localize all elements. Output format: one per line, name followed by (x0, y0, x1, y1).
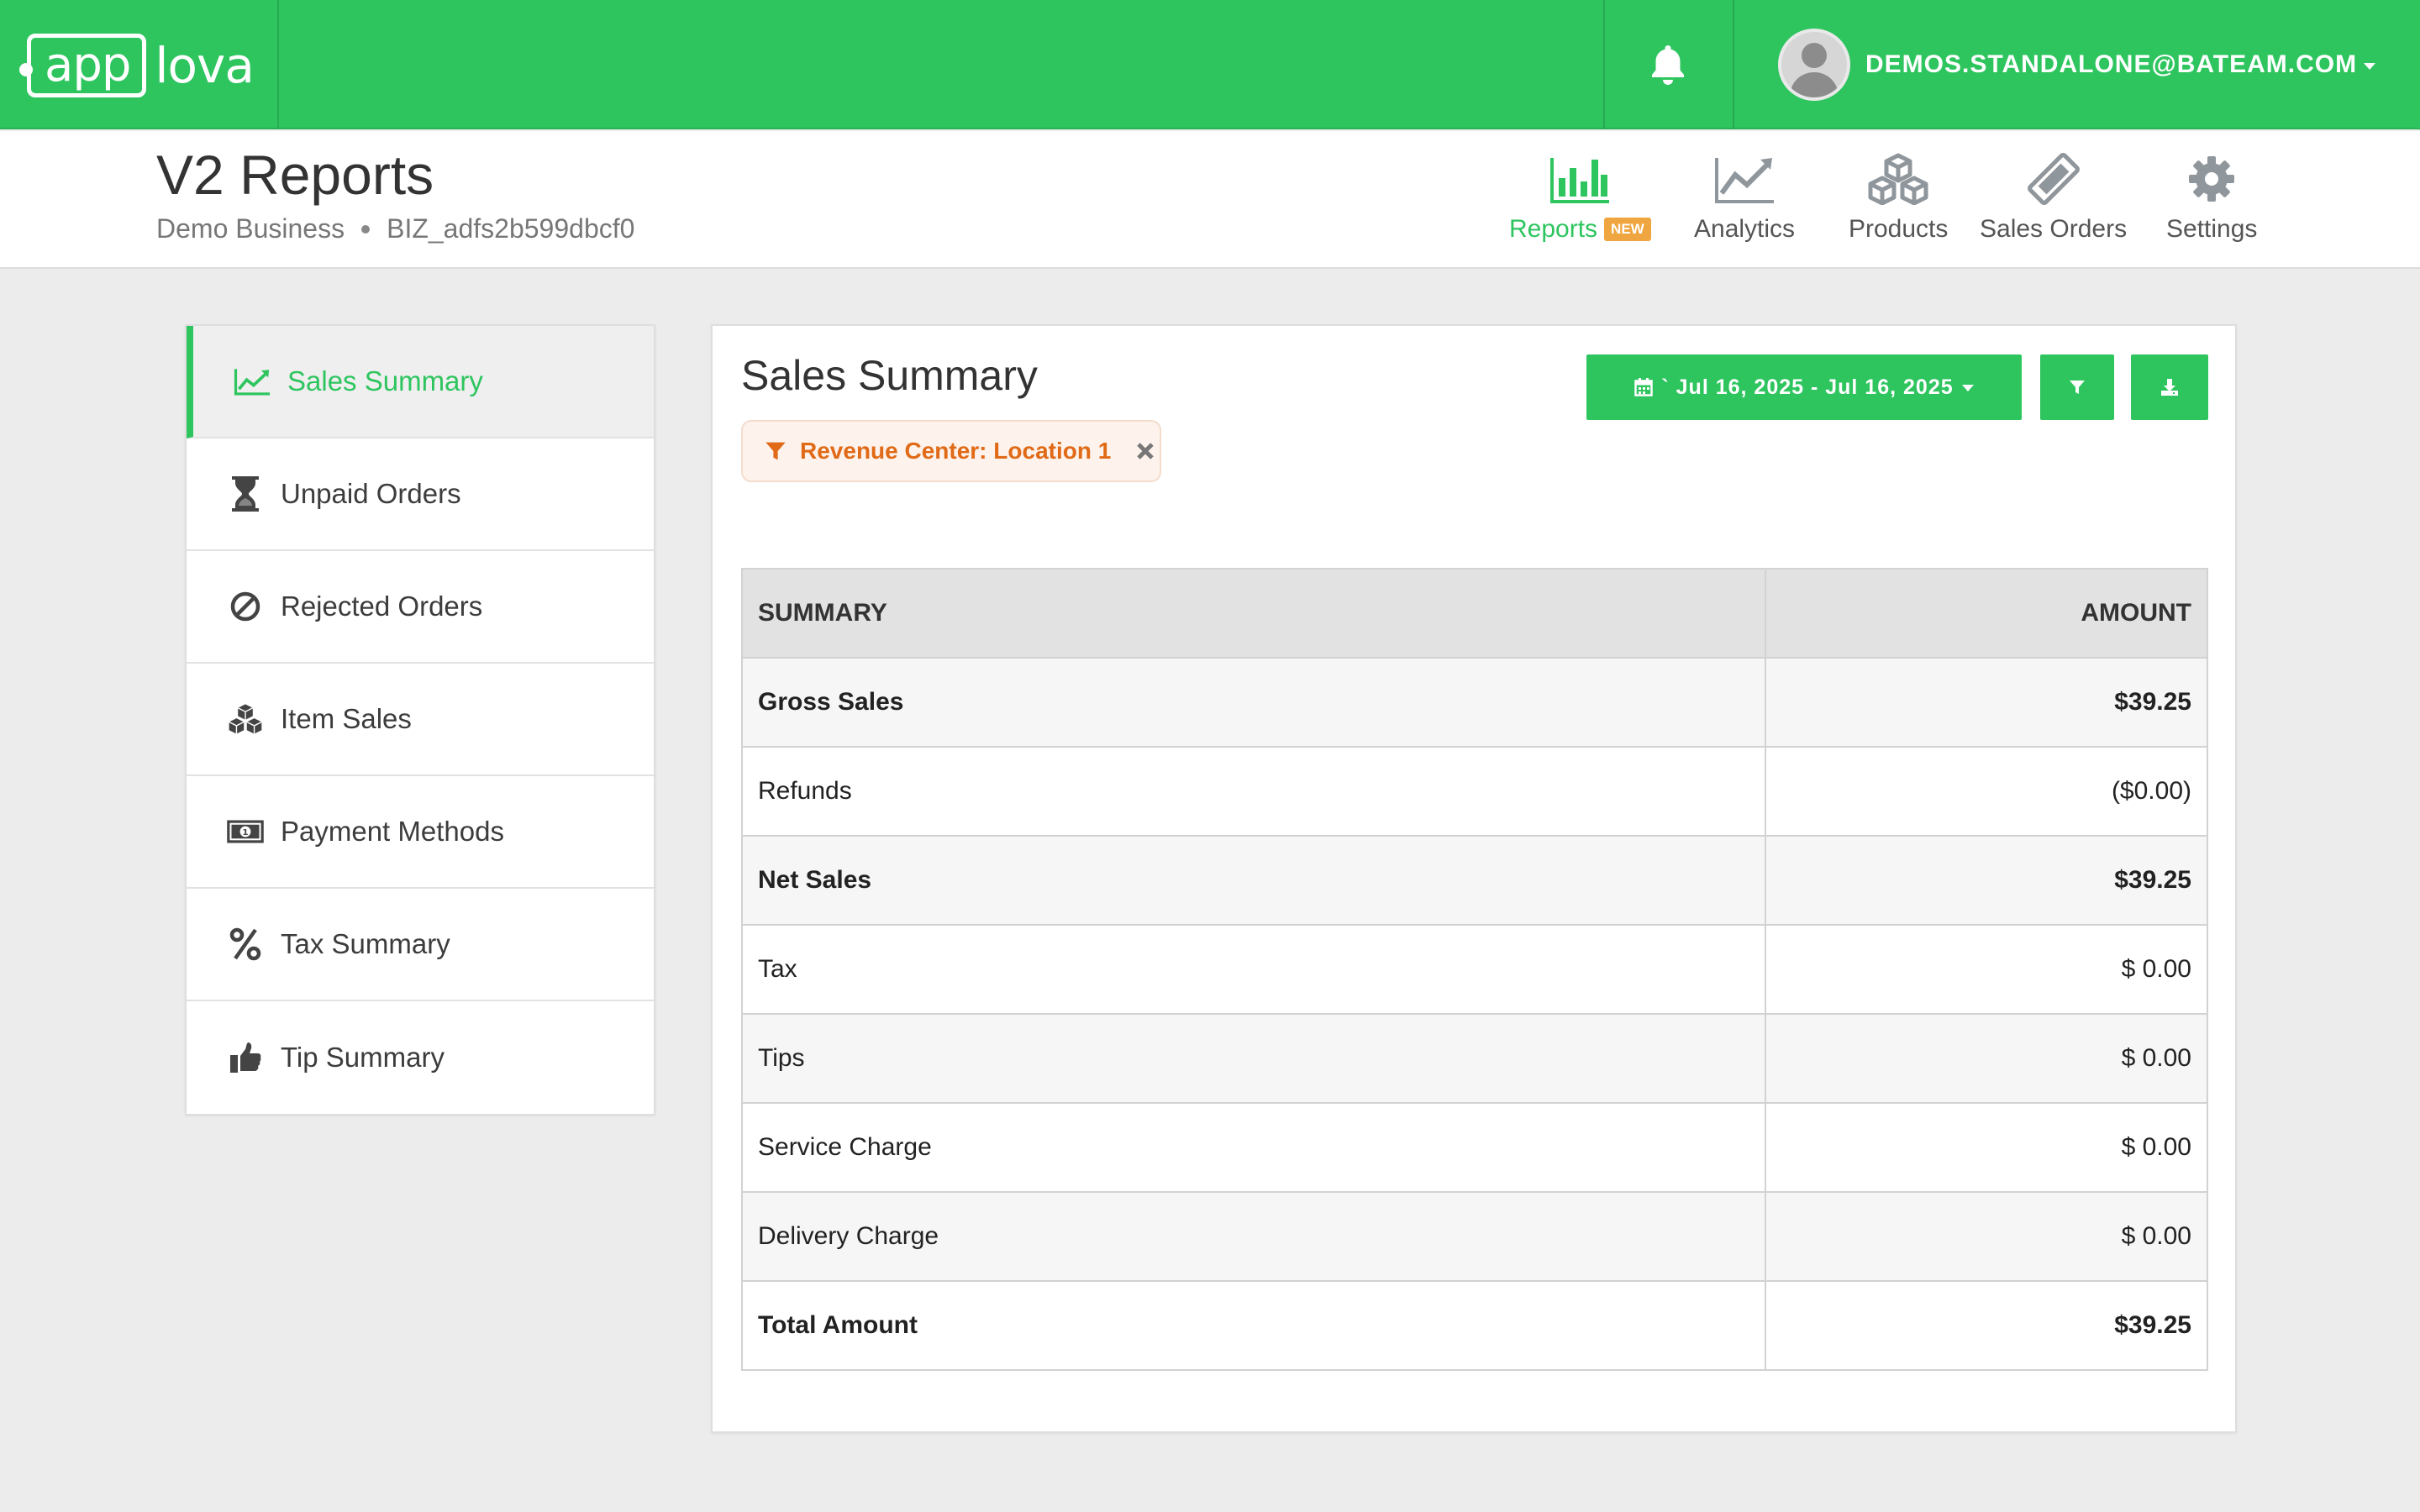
row-label: Refunds (741, 746, 1766, 837)
row-amount: $ 0.00 (1765, 924, 2208, 1015)
bar-chart-icon (1550, 158, 1610, 203)
row-amount: ($0.00) (1765, 746, 2208, 837)
download-icon (2161, 379, 2178, 396)
table-row: Gross Sales $39.25 (741, 657, 2208, 748)
sales-summary-table: SUMMARY AMOUNT Gross Sales $39.25 Refund… (741, 568, 2208, 1371)
filter-icon (765, 442, 786, 460)
table-row: Tips $ 0.00 (741, 1013, 2208, 1104)
remove-filter-button[interactable] (1136, 442, 1155, 460)
row-amount: $ 0.00 (1765, 1013, 2208, 1104)
nav-reports[interactable]: Reports NEW (1509, 153, 1651, 244)
nav-products[interactable]: Products (1849, 153, 1948, 244)
row-amount: $39.25 (1765, 657, 2208, 748)
user-email: DEMOS.STANDALONE@BATEAM.COM (1865, 50, 2358, 78)
filter-chip: Revenue Center: Location 1 (741, 420, 1161, 482)
thumbs-up-icon (227, 1039, 264, 1076)
filter-chip-label: Revenue Center: Location 1 (800, 438, 1112, 464)
table-row: Tax $ 0.00 (741, 924, 2208, 1015)
page-title: V2 Reports (156, 144, 434, 206)
sidebar-item-sales-summary[interactable]: Sales Summary (187, 326, 654, 438)
table-header-row: SUMMARY AMOUNT (741, 568, 2208, 659)
row-label: Gross Sales (741, 657, 1766, 748)
row-label: Delivery Charge (741, 1191, 1766, 1282)
nav-settings[interactable]: Settings (2166, 153, 2257, 244)
user-menu[interactable]: DEMOS.STANDALONE@BATEAM.COM (1778, 27, 2376, 102)
table-row: Refunds ($0.00) (741, 746, 2208, 837)
row-amount: $ 0.00 (1765, 1191, 2208, 1282)
row-amount: $39.25 (1765, 1280, 2208, 1371)
row-label: Tax (741, 924, 1766, 1015)
column-header-summary: SUMMARY (741, 568, 1766, 659)
svg-text:1: 1 (242, 828, 248, 837)
row-label: Total Amount (741, 1280, 1766, 1371)
cubes-icon (1868, 153, 1928, 205)
nav-analytics[interactable]: Analytics (1694, 153, 1795, 244)
table-row: Total Amount $39.25 (741, 1280, 2208, 1371)
percent-icon (227, 926, 264, 963)
report-sidebar: Sales Summary Unpaid Orders Rejected Ord… (185, 324, 655, 1116)
sidebar-item-unpaid-orders[interactable]: Unpaid Orders (187, 438, 654, 551)
report-title: Sales Summary (741, 352, 1038, 399)
filter-icon (2070, 381, 2085, 394)
page-header: V2 Reports Demo Business BIZ_adfs2b599db… (0, 131, 2420, 269)
applova-logo[interactable]: app lova (19, 32, 255, 99)
new-badge: NEW (1604, 218, 1651, 241)
cubes-icon (227, 701, 264, 738)
bell-icon (1652, 45, 1684, 85)
sidebar-item-tax-summary[interactable]: Tax Summary (187, 889, 654, 1001)
row-label: Net Sales (741, 835, 1766, 926)
row-label: Tips (741, 1013, 1766, 1104)
table-row: Net Sales $39.25 (741, 835, 2208, 926)
ticket-icon (2027, 153, 2080, 205)
line-chart-icon (1715, 158, 1775, 203)
date-range-button[interactable]: ` Jul 16, 2025 - Jul 16, 2025 (1586, 354, 2022, 420)
sidebar-item-item-sales[interactable]: Item Sales (187, 664, 654, 776)
table-row: Delivery Charge $ 0.00 (741, 1191, 2208, 1282)
close-icon (1137, 443, 1155, 459)
row-label: Service Charge (741, 1102, 1766, 1193)
hourglass-icon (227, 475, 264, 512)
business-id: BIZ_adfs2b599dbcf0 (387, 213, 635, 244)
sidebar-item-tip-summary[interactable]: Tip Summary (187, 1001, 654, 1114)
chevron-down-icon (1961, 385, 1974, 391)
gear-icon (2189, 156, 2235, 202)
date-range-label: ` Jul 16, 2025 - Jul 16, 2025 (1661, 375, 1954, 399)
nav-sales-orders[interactable]: Sales Orders (1980, 153, 2127, 244)
row-amount: $39.25 (1765, 835, 2208, 926)
column-header-amount: AMOUNT (1765, 568, 2208, 659)
sidebar-item-rejected-orders[interactable]: Rejected Orders (187, 551, 654, 664)
row-amount: $ 0.00 (1765, 1102, 2208, 1193)
user-avatar-icon (1778, 29, 1850, 101)
calendar-icon (1634, 378, 1654, 396)
line-chart-icon (234, 363, 271, 400)
table-row: Service Charge $ 0.00 (741, 1102, 2208, 1193)
business-info: Demo Business BIZ_adfs2b599dbcf0 (156, 213, 634, 244)
business-name: Demo Business (156, 213, 345, 244)
money-icon: 1 (227, 813, 264, 850)
ban-icon (227, 588, 264, 625)
notifications-button[interactable] (1630, 35, 1706, 94)
filter-button[interactable] (2040, 354, 2114, 420)
report-panel: Sales Summary ` Jul 16, 2025 - Jul 16, 2… (711, 324, 2237, 1433)
chevron-down-icon (2364, 63, 2376, 70)
sidebar-item-payment-methods[interactable]: 1 Payment Methods (187, 776, 654, 889)
download-button[interactable] (2131, 354, 2208, 420)
top-bar: app lova DEMOS.STANDALONE@BATEAM.COM (0, 0, 2420, 129)
